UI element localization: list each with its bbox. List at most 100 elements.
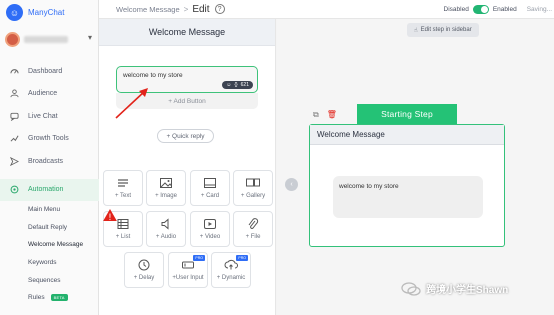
sidebar-subitem-label: Sequences <box>28 276 61 284</box>
tile-label: + File <box>245 234 261 240</box>
message-text-field[interactable]: welcome to my store ☺ {} 621 <box>116 66 258 93</box>
flow-node-welcome-message[interactable]: Welcome Message welcome to my store <box>309 124 505 247</box>
enabled-toggle[interactable] <box>472 5 489 14</box>
sidebar-item-label: Growth Tools <box>28 135 69 143</box>
tile-label: + Audio <box>155 234 177 240</box>
add-button[interactable]: + Add Button <box>116 93 258 109</box>
add-audio-tile[interactable]: + Audio <box>146 211 186 247</box>
dashboard-icon <box>9 66 19 76</box>
status-controls: Disabled Enabled Saving... <box>444 0 552 19</box>
message-text: welcome to my store <box>123 72 183 79</box>
sidebar-subitem-label: Main Menu <box>28 206 61 214</box>
sidebar-subitem-label: Keywords <box>28 259 57 267</box>
node-actions: ⧉ 🗑 <box>313 110 337 120</box>
sidebar-subitem-default-reply[interactable]: Default Reply <box>0 219 99 237</box>
sidebar-subitem-main-menu[interactable]: Main Menu <box>0 201 99 219</box>
tile-label: + Dynamic <box>216 275 246 281</box>
tile-label: +User Input <box>172 275 204 281</box>
add-user-input-tile[interactable]: PRO +User Input <box>168 252 208 288</box>
pointer-icon: ☝ <box>414 27 418 34</box>
breadcrumb-flow[interactable]: Welcome Message <box>116 5 180 14</box>
sidebar-item-automation[interactable]: Automation <box>0 178 99 201</box>
automation-icon <box>9 185 19 195</box>
variable-icon[interactable]: {} <box>234 82 237 88</box>
edit-step-hint-label: Edit step in sidebar <box>420 27 472 33</box>
panel-title: Welcome Message <box>99 19 275 46</box>
add-file-tile[interactable]: + File <box>233 211 273 247</box>
clock-icon <box>138 259 150 271</box>
tile-label: + Card <box>200 193 220 199</box>
tile-label: + Video <box>199 234 221 240</box>
chevron-down-icon: ▾ <box>87 33 92 42</box>
sidebar-item-broadcasts[interactable]: Broadcasts <box>0 150 99 173</box>
sidebar-item-growth-tools[interactable]: Growth Tools <box>0 128 99 151</box>
quick-reply-button[interactable]: + Quick reply <box>157 129 214 143</box>
step-editor-panel: Welcome Message welcome to my store ☺ {}… <box>99 19 276 315</box>
add-gallery-tile[interactable]: + Gallery <box>233 170 273 206</box>
page-title: Edit <box>192 3 210 15</box>
add-dynamic-tile[interactable]: PRO + Dynamic <box>211 252 251 288</box>
sidebar-item-label: Dashboard <box>28 67 63 75</box>
sidebar-subitem-label: Rules <box>28 294 45 302</box>
add-list-tile[interactable]: ! + List <box>103 209 143 247</box>
sidebar-subitem-label: Welcome Message <box>28 241 84 249</box>
svg-text:!: ! <box>108 213 111 221</box>
sidebar-item-label: Audience <box>28 90 58 98</box>
broadcast-icon <box>9 156 19 166</box>
watermark: 跨境小学生Shawn <box>401 281 508 296</box>
sidebar-item-audience[interactable]: Audience <box>0 83 99 106</box>
sidebar-subitem-sequences[interactable]: Sequences <box>0 271 99 289</box>
add-text-tile[interactable]: + Text <box>103 170 143 206</box>
text-icon <box>118 179 128 187</box>
video-icon <box>204 219 216 229</box>
brand[interactable]: ☺ ManyChat <box>6 4 64 21</box>
growth-icon <box>9 134 19 144</box>
enabled-label: Enabled <box>492 6 517 13</box>
add-card-tile[interactable]: + Card <box>190 170 230 206</box>
sidebar-item-label: Broadcasts <box>28 157 64 165</box>
sidebar-item-dashboard[interactable]: Dashboard <box>0 60 99 83</box>
image-icon <box>160 178 172 188</box>
copy-icon[interactable]: ⧉ <box>313 110 319 120</box>
pro-badge: PRO <box>193 255 205 261</box>
beta-badge: BETA <box>50 294 68 302</box>
avatar <box>5 31 20 47</box>
left-sidebar: ☺ ManyChat ▾ Dashboard Audience Live Cha… <box>0 0 99 315</box>
disabled-label: Disabled <box>443 6 469 13</box>
node-message-bubble: welcome to my store <box>333 176 483 218</box>
tile-label: + Image <box>155 193 177 199</box>
trash-icon[interactable]: 🗑 <box>327 110 337 120</box>
wechat-logo-icon <box>401 281 421 296</box>
sidebar-subitem-label: Default Reply <box>28 223 68 231</box>
account-switcher[interactable]: ▾ <box>5 30 95 48</box>
add-image-tile[interactable]: + Image <box>146 170 186 206</box>
saving-status: Saving... <box>526 6 552 13</box>
list-icon <box>117 219 129 229</box>
node-title: Welcome Message <box>310 125 504 145</box>
add-video-tile[interactable]: + Video <box>190 211 230 247</box>
breadcrumb-separator: > <box>183 4 189 14</box>
account-name-blurred <box>24 35 68 43</box>
warning-icon: ! <box>103 209 117 223</box>
pro-badge: PRO <box>236 255 248 261</box>
sidebar-subitem-welcome-message[interactable]: Welcome Message <box>0 236 99 254</box>
main-nav: Dashboard Audience Live Chat Growth Tool… <box>0 60 99 201</box>
sidebar-subitem-rules[interactable]: Rules BETA <box>0 289 99 307</box>
char-count-badge: ☺ {} 621 <box>222 81 253 89</box>
manychat-logo-icon: ☺ <box>6 4 23 21</box>
file-icon <box>248 218 259 229</box>
emoji-icon[interactable]: ☺ <box>226 82 231 88</box>
audio-icon <box>161 218 169 230</box>
tile-label: + Gallery <box>240 193 266 199</box>
sidebar-subitem-keywords[interactable]: Keywords <box>0 254 99 272</box>
help-icon[interactable]: ? <box>214 4 225 14</box>
tile-label: + Text <box>114 193 132 199</box>
audience-icon <box>9 89 19 99</box>
chevron-left-icon[interactable]: ‹ <box>285 178 298 191</box>
starting-step-label: Starting Step <box>357 104 457 124</box>
gallery-icon <box>246 178 260 187</box>
tile-label: + List <box>115 234 131 240</box>
sidebar-item-live-chat[interactable]: Live Chat <box>0 105 99 128</box>
chat-icon <box>9 111 19 121</box>
add-delay-tile[interactable]: + Delay <box>124 252 164 288</box>
